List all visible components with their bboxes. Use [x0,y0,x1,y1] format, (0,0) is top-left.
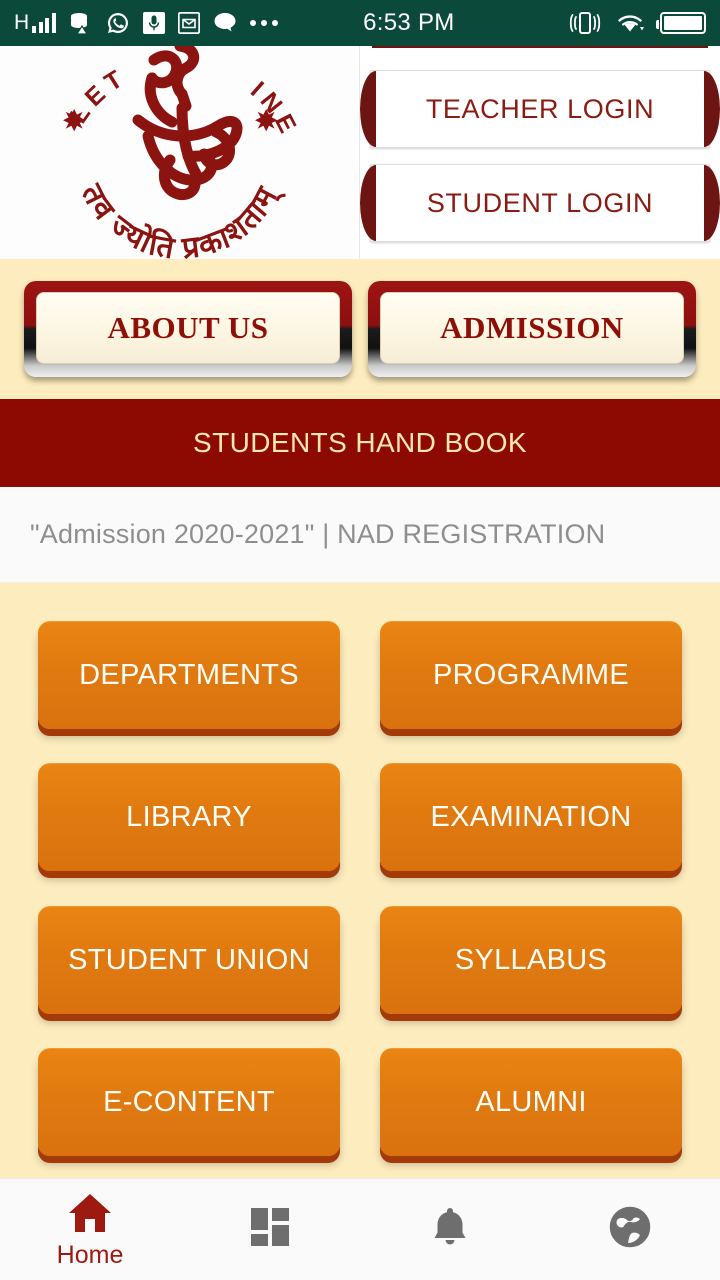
student-login-button[interactable]: STUDENT LOGIN [370,164,710,242]
notice-marquee-text: "Admission 2020-2021" | NAD REGISTRATION [30,519,606,549]
tile-syllabus[interactable]: SYLLABUS [380,905,682,1014]
status-bar-left: H [14,11,278,35]
admission-button[interactable]: ADMISSION [368,281,696,377]
svg-text:INE: INE [245,76,304,143]
status-bar: H 6:53 PM [0,0,720,46]
nav-item-home[interactable]: Home [0,1179,180,1280]
tile-departments[interactable]: DEPARTMENTS [38,621,340,729]
header-section: LET INE तव ज्योति प्रकाशताम् TEACHER LOG… [0,46,720,259]
college-emblem-logo: LET INE तव ज्योति प्रकाशताम् [30,46,330,259]
network-indicator: H [14,11,56,34]
tile-label: ALUMNI [475,1085,587,1118]
whatsapp-icon [106,11,130,35]
network-type-label: H [14,11,30,34]
tile-label: DEPARTMENTS [79,659,299,691]
quick-actions-band: ABOUT US ADMISSION [0,259,720,399]
app-root: H 6:53 PM LET INE तव ज्योति प्रकाशताम् T… [0,0,720,1280]
tile-label: EXAMINATION [430,801,632,834]
status-bar-clock: 6:53 PM [363,9,455,36]
teacher-login-label: TEACHER LOGIN [425,93,655,124]
database-sync-icon [69,11,93,35]
globe-icon [606,1204,654,1250]
status-bar-right [568,11,706,35]
notice-marquee[interactable]: "Admission 2020-2021" | NAD REGISTRATION [0,487,720,583]
tile-label: SYLLABUS [454,943,608,976]
tile-label: STUDENT UNION [68,943,310,976]
bell-icon [426,1204,474,1250]
logo-pane: LET INE तव ज्योति प्रकाशताम् [0,46,360,259]
microphone-icon [142,12,165,34]
about-us-button[interactable]: ABOUT US [24,281,352,377]
tile-label: E-CONTENT [103,1085,275,1118]
tile-examination[interactable]: EXAMINATION [380,763,682,872]
scrolled-button-peek [372,46,708,58]
nav-item-notifications[interactable] [360,1179,540,1280]
about-us-label: ABOUT US [107,310,269,345]
tile-e-content[interactable]: E-CONTENT [38,1047,340,1156]
tile-label: LIBRARY [126,801,252,834]
tile-student-union[interactable]: STUDENT UNION [38,905,340,1014]
admission-label: ADMISSION [440,310,624,345]
bottom-navigation-bar: Home [0,1178,720,1280]
about-us-face: ABOUT US [36,292,340,364]
login-pane: TEACHER LOGIN STUDENT LOGIN [360,46,720,259]
students-hand-book-label: STUDENTS HAND BOOK [193,427,527,458]
tile-programme[interactable]: PROGRAMME [380,621,682,729]
nav-item-dashboard[interactable] [180,1179,360,1280]
menu-grid: DEPARTMENTS PROGRAMME LIBRARY EXAMINATIO… [0,583,720,1178]
battery-icon [656,12,706,34]
students-hand-book-button[interactable]: STUDENTS HAND BOOK [0,399,720,487]
nav-item-web[interactable] [540,1179,720,1280]
chat-bubble-icon [213,12,237,34]
more-dots-icon [249,20,278,26]
admission-face: ADMISSION [380,292,684,364]
teacher-login-button[interactable]: TEACHER LOGIN [370,70,710,148]
vibrate-icon [568,11,602,35]
student-login-label: STUDENT LOGIN [426,187,654,218]
wifi-icon [615,11,647,35]
tile-library[interactable]: LIBRARY [38,763,340,872]
signal-bars-icon [32,13,56,33]
mail-icon [177,12,200,34]
tile-alumni[interactable]: ALUMNI [380,1047,682,1156]
dashboard-grid-icon [246,1204,294,1250]
nav-item-home-label: Home [56,1240,124,1269]
tile-label: PROGRAMME [432,659,630,691]
home-icon [66,1190,114,1236]
